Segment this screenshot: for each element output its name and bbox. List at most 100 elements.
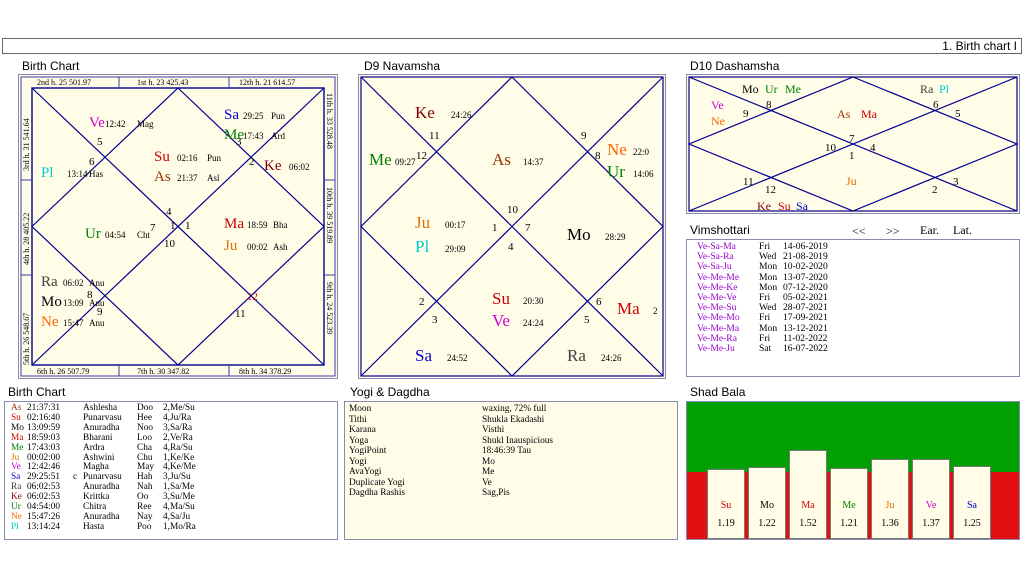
dasha-row[interactable]: Ve-Me-Su Wed 28-07-2021 bbox=[697, 303, 1019, 313]
later-button[interactable]: Lat. bbox=[953, 223, 972, 238]
shad-bala-value: 1.25 bbox=[963, 518, 981, 529]
planet-me: Me bbox=[224, 127, 244, 143]
planet-nakshatra: Has bbox=[89, 169, 103, 179]
dasha-row[interactable]: Ve-Me-Ve Fri 05-02-2021 bbox=[697, 292, 1019, 303]
yogi-row: Tithi Shukla Ekadashi bbox=[349, 415, 677, 426]
house-number: 4 bbox=[166, 206, 172, 218]
cell-r bbox=[73, 434, 83, 444]
shad-bala-label: Ve bbox=[925, 500, 937, 511]
cell-r bbox=[73, 424, 83, 434]
vimshottari-title: Vimshottari bbox=[690, 223, 750, 237]
next-period-button[interactable]: >> bbox=[886, 224, 900, 239]
dasha-row[interactable]: Ve-Me-Ma Mon 13-12-2021 bbox=[697, 323, 1019, 334]
planet-mo: Mo bbox=[41, 294, 62, 310]
planet-degree: 17:43 bbox=[243, 131, 264, 141]
house-number: 2 bbox=[249, 156, 255, 168]
yogi-row: Dagdha Rashis Sag,Pis bbox=[349, 488, 677, 499]
planet-ke: Ke bbox=[264, 158, 282, 174]
cell-x: 1,Mo/Ra bbox=[163, 521, 196, 532]
yogi-key: Moon bbox=[349, 404, 372, 414]
house-number: 1 bbox=[170, 220, 176, 232]
planet-ke: Ke bbox=[757, 199, 771, 213]
d10-title: D10 Dashamsha bbox=[690, 59, 780, 73]
planet-degree: 04:54 bbox=[105, 230, 126, 240]
dasha-row[interactable]: Ve-Sa-Ma Fri 14-06-2019 bbox=[697, 241, 1019, 252]
cell-r bbox=[73, 454, 83, 464]
planet-degree: 22:0 bbox=[633, 147, 650, 157]
yogi-panel: Moon waxing, 72% full Tithi Shukla Ekadashi… bbox=[344, 401, 678, 540]
planet-ne: Ne bbox=[711, 114, 725, 128]
shad-bala-label: Me bbox=[842, 500, 856, 511]
dasha-row[interactable]: Ve-Me-Ke Mon 07-12-2020 bbox=[697, 282, 1019, 293]
planet-sa: Sa bbox=[796, 199, 809, 213]
edge-5th-house: 5th h. 26 548.67 bbox=[22, 313, 31, 365]
house-number: 12 bbox=[416, 150, 427, 162]
house-number: 3 bbox=[953, 176, 959, 188]
cell-r bbox=[73, 493, 83, 503]
planet-ne: Ne bbox=[41, 314, 59, 330]
yogi-value: waxing, 72% full bbox=[482, 404, 547, 414]
shad-bala-label: Sa bbox=[967, 500, 977, 511]
yogi-key: Yogi bbox=[349, 456, 367, 467]
house-number: 12 bbox=[765, 184, 776, 196]
house-number: 8 bbox=[595, 150, 601, 162]
cell-r bbox=[73, 414, 83, 424]
yogi-key: Dagdha Rashis bbox=[349, 488, 406, 498]
dasha-row[interactable]: Ve-Me-Me Mon 13-07-2020 bbox=[697, 272, 1019, 283]
planet-degree: 24:26 bbox=[451, 110, 472, 120]
cell-r bbox=[73, 513, 83, 523]
cell-r bbox=[73, 404, 83, 414]
dasha-row[interactable]: Ve-Me-Ra Fri 11-02-2022 bbox=[697, 333, 1019, 344]
shad-bala-label: Su bbox=[720, 500, 732, 511]
edge-9th-house: 9th h. 24 523.39 bbox=[325, 282, 334, 334]
d9-panel: 11 12 9 8 10 1 7 4 2 3 6 5 Ke 24:26 Me 09:2… bbox=[358, 74, 666, 379]
planet-ma: Ma bbox=[861, 107, 878, 121]
planet-nakshatra: Asl bbox=[207, 173, 220, 183]
cell-nak: Hasta bbox=[83, 521, 105, 532]
house-number: 11 bbox=[235, 308, 246, 320]
planet-degree: 14:06 bbox=[633, 169, 654, 179]
shad-bala-value: 1.52 bbox=[799, 518, 817, 529]
dasha-row[interactable]: Ve-Me-Mo Fri 17-09-2021 bbox=[697, 313, 1019, 323]
house-number: 9 bbox=[581, 130, 587, 142]
shad-bala-panel: Su 1.19 Mo 1.22 Ma 1.52 Me 1.21 Ju 1.36 Ve 1.37 Sa 1.… bbox=[686, 401, 1020, 540]
vimshottari-list[interactable]: Ve-Sa-Ma Fri 14-06-2019 Ve-Sa-Ra Wed 21-08-20… bbox=[686, 239, 1020, 377]
planet-degree: 02:16 bbox=[177, 153, 198, 163]
edge-8th-house: 8th h. 34 378.29 bbox=[239, 367, 291, 376]
planet-degree: 24:52 bbox=[447, 353, 468, 363]
planet-nakshatra: Bha bbox=[273, 220, 288, 230]
yogi-value: Ve bbox=[482, 477, 492, 488]
planet-degree: 20:30 bbox=[523, 296, 544, 306]
planet-nakshatra: Pun bbox=[207, 153, 222, 163]
earlier-button[interactable]: Ear. bbox=[920, 223, 939, 238]
yogi-row: Karana Visthi bbox=[349, 425, 677, 436]
dasha-row[interactable]: Ve-Sa-Ra Wed 21-08-2019 bbox=[697, 251, 1019, 262]
yogi-value: Visthi bbox=[482, 425, 505, 435]
planet-ve: Ve bbox=[711, 98, 724, 112]
planet-nakshatra: Pun bbox=[271, 111, 286, 121]
house-number: 9 bbox=[743, 108, 749, 120]
table-row: Pl 13:14:24 Hasta Poo 1,Mo/Ra bbox=[11, 521, 203, 533]
planet-degree: 2 bbox=[653, 306, 658, 316]
planet-pl: Pl bbox=[41, 165, 54, 181]
cell-r bbox=[73, 483, 83, 493]
planet-nakshatra: Cht bbox=[137, 230, 151, 240]
window-title: 1. Birth chart I bbox=[942, 39, 1017, 53]
planet-ra: Ra bbox=[567, 346, 586, 365]
planet-ur: Ur bbox=[607, 162, 625, 181]
edge-12th-house: 12th h. 21 614.57 bbox=[239, 78, 295, 87]
house-number: 5 bbox=[97, 136, 103, 148]
prev-period-button[interactable]: << bbox=[852, 224, 866, 239]
vimshottari-header: Vimshottari << >> Ear. Lat. bbox=[690, 223, 1020, 239]
cell-p: Pl bbox=[11, 521, 19, 532]
planet-degree: 09:27 bbox=[395, 157, 416, 167]
d9-title: D9 Navamsha bbox=[364, 59, 441, 73]
planet-sa: Sa bbox=[224, 107, 239, 123]
dasha-row[interactable]: Ve-Me-Ju Sat 16-07-2022 bbox=[697, 343, 1019, 354]
house-number: 1 bbox=[185, 220, 191, 232]
yogi-row: Yoga Shukl Inauspicious bbox=[349, 436, 677, 447]
shad-bala-value: 1.21 bbox=[840, 518, 858, 529]
edge-4th-house: 4th h. 28 405.22 bbox=[22, 213, 31, 265]
dasha-row[interactable]: Ve-Sa-Ju Mon 10-02-2020 bbox=[697, 262, 1019, 272]
planet-degree: 15:47 bbox=[63, 318, 84, 328]
